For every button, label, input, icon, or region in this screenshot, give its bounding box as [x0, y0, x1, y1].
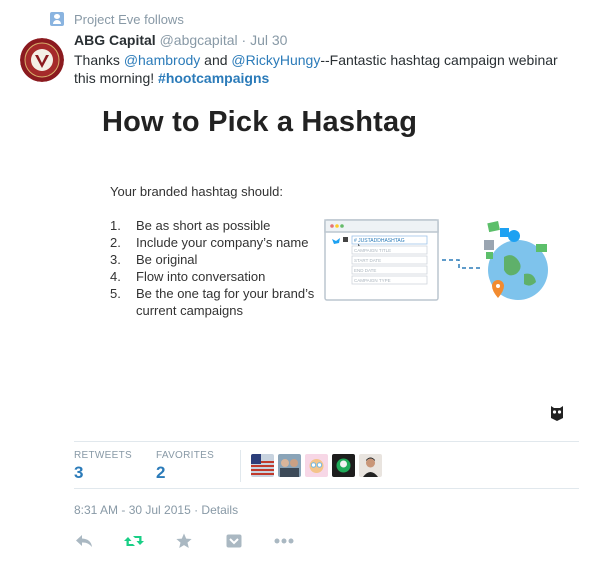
mention-link[interactable]: @RickyHungy — [231, 52, 320, 68]
favorite-button[interactable] — [174, 531, 194, 551]
avatar[interactable] — [20, 38, 64, 82]
hashtag-illustration: # JUSTADDHASHTAG CAMPAIGN TITLE START DA… — [324, 219, 548, 301]
reply-button[interactable] — [74, 531, 94, 551]
tweet-actions — [74, 531, 324, 551]
retweet-button[interactable] — [124, 531, 144, 551]
person-icon — [50, 12, 64, 26]
avatar[interactable] — [305, 454, 328, 477]
media-title: How to Pick a Hashtag — [102, 106, 418, 138]
favorites-count: 2 — [156, 463, 166, 482]
social-context-text[interactable]: Project Eve follows — [74, 12, 184, 27]
list-item: 3. Be original — [110, 252, 198, 267]
text-prefix: Thanks — [74, 52, 124, 68]
stats-divider — [240, 450, 241, 482]
more-icon — [274, 538, 294, 544]
tweet-timestamp: 8:31 AM - 30 Jul 2015 · Details — [74, 503, 239, 517]
avatar[interactable] — [278, 454, 301, 477]
tweet-media[interactable]: How to Pick a Hashtag Your branded hasht… — [74, 92, 579, 432]
retweets-stat[interactable]: RETWEETS 3 — [74, 450, 132, 483]
list-item: 5. Be the one tag for your brand’s curren… — [110, 286, 315, 318]
favorite-icon — [176, 533, 192, 548]
pocket-button[interactable] — [224, 531, 244, 551]
list-item: 2. Include your company’s name — [110, 235, 309, 250]
author-handle[interactable]: @abgcapital — [160, 32, 238, 48]
form-field-text: START DATE — [354, 258, 381, 263]
list-item: 1. Be as short as possible — [110, 218, 271, 233]
header-separator: · — [241, 32, 247, 48]
timestamp-text[interactable]: 8:31 AM - 30 Jul 2015 — [74, 503, 191, 517]
avatar[interactable] — [359, 454, 382, 477]
favorites-stat[interactable]: FAVORITES 2 — [156, 450, 214, 483]
form-field-text: END DATE — [354, 268, 376, 273]
pocket-icon — [226, 534, 242, 547]
retweets-label: RETWEETS — [74, 450, 132, 461]
mention-link[interactable]: @hambrody — [124, 52, 200, 68]
author-name[interactable]: ABG Capital — [74, 32, 156, 48]
tweet-text: Thanks @hambrody and @RickyHungy--Fantas… — [74, 51, 579, 87]
more-button[interactable] — [274, 531, 294, 551]
avatar[interactable] — [332, 454, 355, 477]
details-link[interactable]: Details — [201, 503, 238, 517]
reply-icon — [76, 535, 92, 547]
list-item: 4. Flow into conversation — [110, 269, 266, 284]
form-field-text: CAMPAIGN TITLE — [354, 248, 391, 253]
retweets-count: 3 — [74, 463, 84, 482]
retweet-icon — [124, 536, 144, 546]
tweet-date[interactable]: Jul 30 — [250, 32, 287, 48]
media-intro: Your branded hashtag should: — [110, 184, 283, 199]
hashtag-link[interactable]: #hootcampaigns — [158, 70, 269, 86]
tweet-header: ABG Capital @abgcapital · Jul 30 — [74, 32, 287, 48]
user-avatars — [251, 454, 382, 477]
text-and: and — [200, 52, 232, 68]
favorites-label: FAVORITES — [156, 450, 215, 461]
form-field-text: CAMPAIGN TYPE — [354, 278, 391, 283]
tips-list: 1. Be as short as possible 2. Include your… — [110, 217, 320, 319]
hashtag-field-text: # JUSTADDHASHTAG — [354, 238, 405, 244]
hootsuite-owl-icon — [551, 406, 563, 421]
avatar[interactable] — [251, 454, 274, 477]
tweet-stats: RETWEETS 3 FAVORITES 2 — [74, 441, 579, 489]
social-context: Project Eve follows — [50, 11, 184, 27]
